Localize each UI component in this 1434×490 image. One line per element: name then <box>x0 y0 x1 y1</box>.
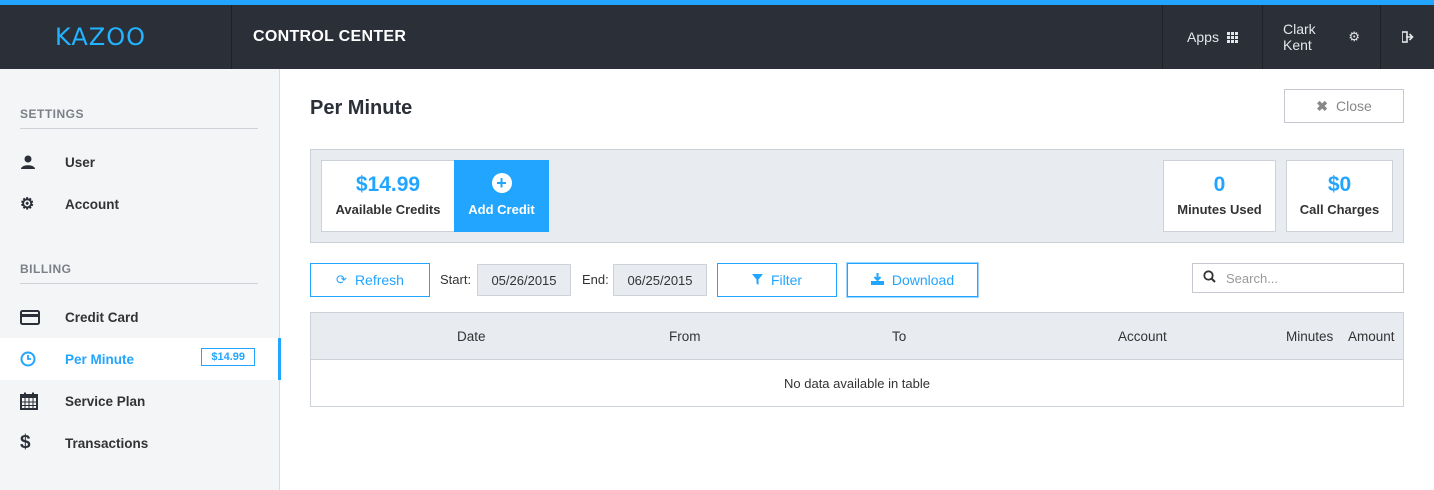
filter-icon <box>751 273 763 288</box>
user-icon <box>0 154 65 170</box>
sidebar-item-label: Transactions <box>65 435 149 451</box>
download-icon <box>870 272 884 288</box>
top-navbar: KAZOO CONTROL CENTER Apps Clark Kent ⚙ <box>0 0 1434 69</box>
credit-card-icon <box>0 309 65 325</box>
table-empty-row: No data available in table <box>784 375 930 391</box>
apps-menu-button[interactable]: Apps <box>1162 5 1262 69</box>
user-menu-button[interactable]: Clark Kent ⚙ <box>1262 5 1380 69</box>
sidebar-item-credit-card[interactable]: Credit Card <box>0 296 279 338</box>
add-credit-label: Add Credit <box>468 202 535 217</box>
calendar-icon <box>0 392 65 410</box>
sidebar-item-label: User <box>65 154 96 170</box>
close-label: Close <box>1335 98 1372 114</box>
end-date-input[interactable]: 06/25/2015 <box>613 264 707 296</box>
billing-summary-panel: $14.99 Available Credits + Add Credit 0 … <box>310 149 1404 243</box>
apps-label: Apps <box>1187 29 1219 45</box>
filter-label: Filter <box>770 272 803 288</box>
sidebar: SETTINGS User ⚙ Account BILLING Credit C… <box>0 69 281 490</box>
table-header: Date From To Account Minutes Amount <box>311 313 1403 360</box>
credit-badge: $14.99 <box>201 348 255 366</box>
clock-icon <box>0 351 65 367</box>
table-toolbar: ⟳ Refresh Start: 05/26/2015 End: 06/25/2… <box>310 263 1404 297</box>
sidebar-item-label: Per Minute <box>65 351 135 367</box>
start-date-label: Start: <box>440 272 472 287</box>
sidebar-item-label: Account <box>65 196 119 212</box>
download-label: Download <box>891 272 955 288</box>
refresh-icon: ⟳ <box>336 272 347 287</box>
column-header-date[interactable]: Date <box>457 329 486 344</box>
user-name: Clark Kent <box>1283 21 1316 53</box>
column-header-from[interactable]: From <box>669 329 701 344</box>
end-date-label: End: <box>582 272 609 287</box>
call-charges-card: $0 Call Charges <box>1286 160 1393 232</box>
transactions-table: Date From To Account Minutes Amount No d… <box>310 312 1404 407</box>
gear-icon: ⚙ <box>1348 29 1360 44</box>
column-header-amount[interactable]: Amount <box>1348 329 1395 344</box>
minutes-used-label: Minutes Used <box>1177 202 1262 217</box>
start-date-input[interactable]: 05/26/2015 <box>477 264 571 296</box>
sidebar-item-per-minute[interactable]: Per Minute $14.99 <box>0 338 281 380</box>
column-header-to[interactable]: To <box>892 329 906 344</box>
page-title: Per Minute <box>310 97 413 119</box>
available-credits-value: $14.99 <box>355 173 421 196</box>
search-placeholder: Search... <box>1226 270 1279 286</box>
logo-area[interactable]: KAZOO <box>0 5 232 69</box>
sidebar-item-label: Service Plan <box>65 393 146 409</box>
app-title: CONTROL CENTER <box>253 28 407 45</box>
sidebar-item-transactions[interactable]: $ Transactions <box>0 422 279 464</box>
grid-icon <box>1226 31 1238 43</box>
filter-button[interactable]: Filter <box>717 263 837 297</box>
sidebar-item-user[interactable]: User <box>0 141 279 183</box>
minutes-used-card: 0 Minutes Used <box>1163 160 1276 232</box>
refresh-button[interactable]: ⟳ Refresh <box>310 263 430 297</box>
column-header-account[interactable]: Account <box>1118 329 1167 344</box>
download-button[interactable]: Download <box>847 263 978 297</box>
sidebar-item-service-plan[interactable]: Service Plan <box>0 380 279 422</box>
add-credit-button[interactable]: + Add Credit <box>454 160 549 232</box>
top-right-menu: Apps Clark Kent ⚙ <box>1162 5 1434 69</box>
sidebar-section-settings: SETTINGS <box>20 107 258 129</box>
sidebar-item-label: Credit Card <box>65 309 139 325</box>
sidebar-section-billing: BILLING <box>20 262 258 284</box>
available-credits-label: Available Credits <box>335 202 441 217</box>
dollar-icon: $ <box>20 432 31 453</box>
plus-circle-icon: + <box>491 173 512 193</box>
minutes-used-value: 0 <box>1213 173 1226 196</box>
call-charges-value: $0 <box>1327 173 1352 196</box>
search-icon <box>1203 270 1216 286</box>
available-credits-card: $14.99 Available Credits <box>321 160 455 232</box>
logout-icon <box>1401 31 1414 43</box>
gears-icon: ⚙ <box>20 196 35 213</box>
column-header-minutes[interactable]: Minutes <box>1286 329 1333 344</box>
logout-button[interactable] <box>1380 5 1434 69</box>
close-button[interactable]: ✖ Close <box>1284 89 1404 123</box>
close-icon: ✖ <box>1316 97 1328 114</box>
search-input[interactable]: Search... <box>1192 263 1404 293</box>
refresh-label: Refresh <box>354 272 404 288</box>
kazoo-logo[interactable]: KAZOO <box>55 23 146 51</box>
sidebar-item-account[interactable]: ⚙ Account <box>0 183 279 225</box>
call-charges-label: Call Charges <box>1299 202 1380 217</box>
